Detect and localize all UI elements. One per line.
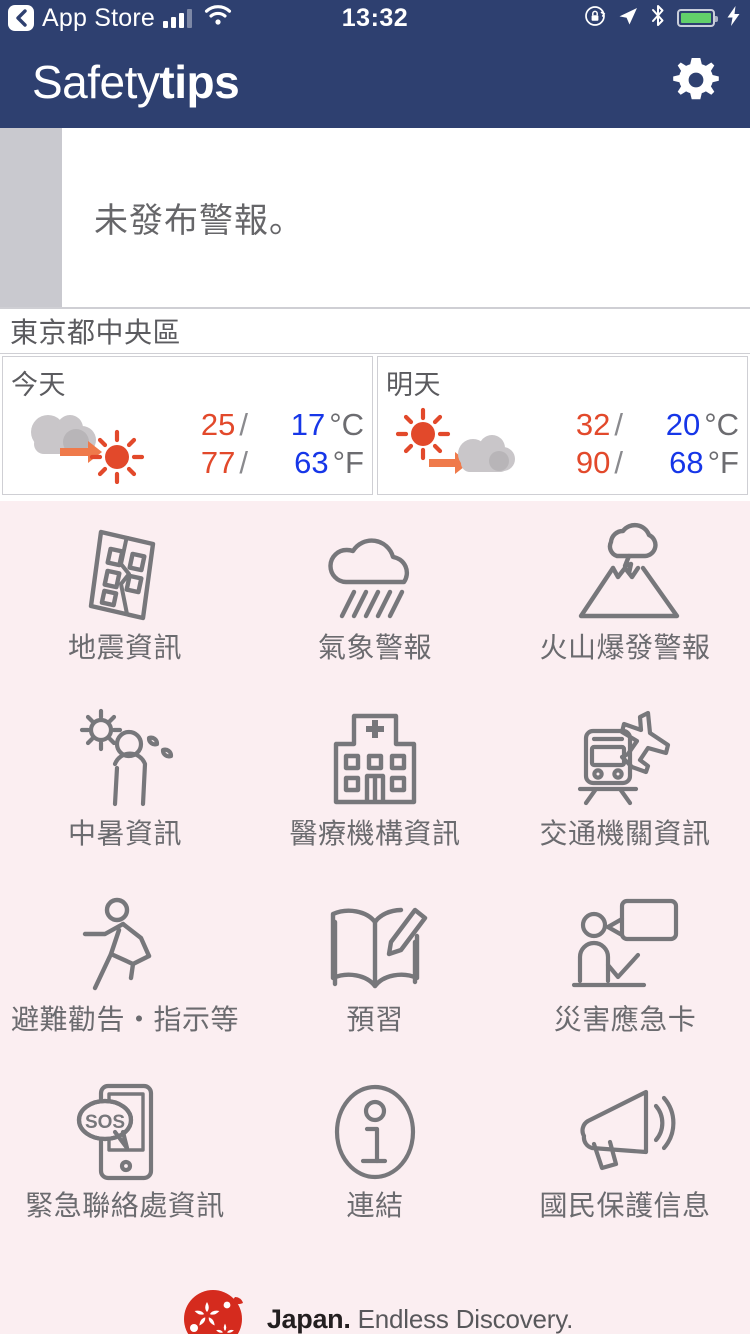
alert-rail [0,128,62,307]
weather-high-c: 25 [200,407,236,442]
weather-section: 東京都中央區 今天 25 / 17 °C 77 / 63 °F 明天 32 / … [0,308,750,501]
hospital-icon [324,701,426,819]
grid-item-weather-warning[interactable]: 氣象警報 [250,515,500,701]
grid-item-emergency-card[interactable]: 災害應急卡 [500,887,750,1073]
weather-location[interactable]: 東京都中央區 [0,308,750,354]
grid-item-label: 國民保護信息 [539,1190,711,1221]
running-person-icon [75,887,175,1005]
app-title-bold: tips [159,56,240,108]
grid-item-label: 中暑資訊 [67,818,182,849]
grid-item-heatstroke[interactable]: 中暑資訊 [0,701,250,887]
weather-low-c: 20 [665,407,701,442]
status-bar: App Store 13:32 [0,0,750,36]
app-title-thin: Safety [32,56,160,108]
grid-item-evacuation[interactable]: 避難勸告・指示等 [0,887,250,1073]
weather-low-f: 63 [294,445,329,480]
grid-item-emergency-contacts[interactable]: SOS 緊急聯絡處資訊 [0,1073,250,1259]
weather-sep: / [614,445,623,480]
weather-high-c: 32 [575,407,611,442]
footer-brand-text: Japan. Endless Discovery. [267,1304,573,1334]
grid-item-label: 連結 [346,1190,404,1221]
app-title: Safetytips [32,56,240,108]
app-root: App Store 13:32 Safetytips 未發布警報。 東京都中央區… [0,0,750,1334]
grid-item-earthquake[interactable]: 地震資訊 [0,515,250,701]
weather-card-tomorrow[interactable]: 明天 32 / 20 °C 90 / 68 °F [377,356,748,495]
weather-day-label: 明天 [386,370,441,400]
weather-unit-f: °F [332,445,364,480]
weather-high-f: 77 [200,445,236,480]
cracked-building-icon [77,515,173,633]
battery-full-icon [677,9,718,27]
rain-cloud-icon [320,515,430,633]
sos-phone-icon: SOS [75,1073,175,1191]
grid-item-hospital[interactable]: 醫療機構資訊 [250,701,500,887]
alert-banner[interactable]: 未發布警報。 [0,128,750,308]
weather-unit-c: °C [704,407,739,442]
grid-item-label: 預習 [346,1004,404,1035]
grid-item-label: 火山爆發警報 [539,632,711,663]
weather-unit-f: °F [707,445,739,480]
grid-item-label: 醫療機構資訊 [289,818,461,849]
heatstroke-person-icon [71,701,179,819]
footer: Japan. Endless Discovery. [0,1259,750,1334]
volcano-icon [569,515,681,633]
weather-card-today[interactable]: 今天 25 / 17 °C 77 / 63 °F [2,356,373,495]
gear-icon [670,54,722,111]
grid-item-label: 地震資訊 [67,632,182,663]
weather-unit-c: °C [329,407,364,442]
alert-message: 未發布警報。 [94,202,304,240]
grid-item-label: 避難勸告・指示等 [10,1004,239,1035]
weather-low-c: 17 [290,407,326,442]
alert-body: 未發布警報。 [62,128,750,307]
grid-item-label: 災害應急卡 [553,1004,697,1035]
weather-day-label: 今天 [11,370,66,400]
grid-item-civil-protection[interactable]: 國民保護信息 [500,1073,750,1259]
svg-text:SOS: SOS [85,1112,125,1133]
train-plane-icon [570,701,680,819]
weather-temps: 25 / 17 °C 77 / 63 °F [151,407,364,481]
app-header: Safetytips [0,36,750,128]
grid-item-label: 交通機關資訊 [539,818,711,849]
weather-high-f: 90 [575,445,611,480]
status-bar-clock: 13:32 [341,3,409,32]
grid-item-volcano[interactable]: 火山爆發警報 [500,515,750,701]
weather-temps: 32 / 20 °C 90 / 68 °F [526,407,739,481]
grid-item-transport[interactable]: 交通機關資訊 [500,701,750,887]
grid-item-label: 緊急聯絡處資訊 [25,1190,225,1221]
grid-item-preparation[interactable]: 預習 [250,887,500,1073]
weather-cards: 今天 25 / 17 °C 77 / 63 °F 明天 32 / 20 °C 9… [0,354,750,495]
settings-button[interactable] [668,54,724,110]
megaphone-icon [570,1073,680,1191]
footer-brand-regular: Endless Discovery. [357,1303,574,1334]
japan-cherry-blossom-logo [177,1279,253,1334]
book-pencil-icon [321,887,429,1005]
weather-low-f: 68 [669,445,704,480]
sunny-then-cloudy-icon [386,404,526,484]
cloudy-then-sunny-icon [11,404,151,484]
grid-item-label: 氣象警報 [317,632,432,663]
footer-brand-bold: Japan. [266,1303,351,1334]
weather-sep: / [239,445,248,480]
japan-endless-discovery-logo: Japan. Endless Discovery. [177,1279,573,1334]
person-speech-bubble-icon [570,887,680,1005]
weather-sep: / [239,407,248,442]
grid-item-links[interactable]: 連結 [250,1073,500,1259]
info-circle-icon [329,1073,421,1191]
feature-grid: 地震資訊 氣象警報 火山爆發警報 中暑資訊 醫療機構資訊 交通機關資訊 避難勸告… [0,501,750,1259]
weather-sep: / [614,407,623,442]
